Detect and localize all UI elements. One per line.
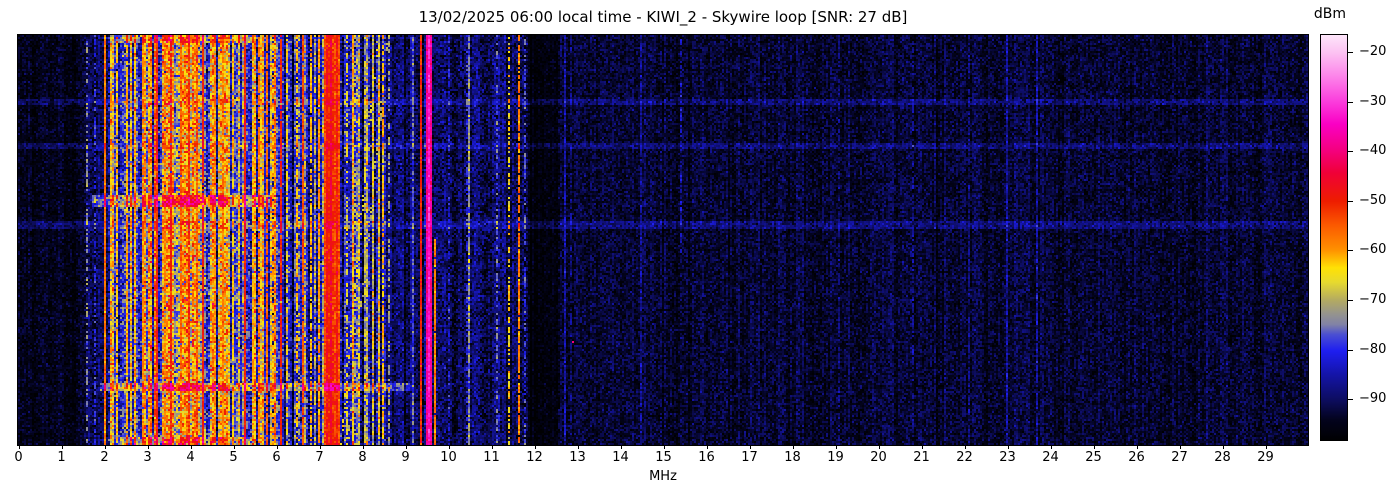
- x-tick-label: 13: [569, 450, 586, 465]
- x-tick: [749, 445, 751, 449]
- x-tick-label: 1: [57, 450, 66, 465]
- colorbar-tick: [1348, 300, 1353, 302]
- x-tick-label: 12: [526, 450, 543, 465]
- x-tick: [190, 445, 192, 449]
- x-tick: [1050, 445, 1052, 449]
- x-tick: [706, 445, 708, 449]
- x-tick: [276, 445, 278, 449]
- colorbar-tick: [1348, 250, 1353, 252]
- page-title: 13/02/2025 06:00 local time - KIWI_2 - S…: [418, 8, 908, 26]
- colorbar-tick-label: −90: [1359, 391, 1387, 407]
- x-tick-label: 9: [401, 450, 410, 465]
- x-tick: [620, 445, 622, 449]
- x-tick-label: 29: [1257, 450, 1274, 465]
- colorbar-tick: [1348, 101, 1353, 103]
- colorbar-tick: [1348, 151, 1353, 153]
- x-tick-label: 5: [229, 450, 238, 465]
- x-tick: [233, 445, 235, 449]
- x-tick-label: 10: [440, 450, 457, 465]
- colorbar-tick: [1348, 349, 1353, 351]
- x-tick: [663, 445, 665, 449]
- x-tick: [1007, 445, 1009, 449]
- x-tick-label: 0: [14, 450, 23, 465]
- colorbar-tick-label: −60: [1359, 242, 1387, 258]
- x-tick-label: 16: [698, 450, 715, 465]
- x-tick-label: 7: [315, 450, 324, 465]
- x-tick-label: 26: [1128, 450, 1145, 465]
- x-tick-label: 27: [1171, 450, 1188, 465]
- x-tick: [319, 445, 321, 449]
- x-tick-label: 28: [1214, 450, 1231, 465]
- x-tick: [448, 445, 450, 449]
- x-tick-label: 2: [100, 450, 109, 465]
- x-tick: [147, 445, 149, 449]
- x-tick-label: 17: [741, 450, 758, 465]
- x-tick-label: 11: [483, 450, 500, 465]
- x-tick-label: 22: [956, 450, 973, 465]
- colorbar-tick: [1348, 399, 1353, 401]
- x-tick: [104, 445, 106, 449]
- x-tick: [61, 445, 63, 449]
- x-tick: [964, 445, 966, 449]
- x-tick: [491, 445, 493, 449]
- colorbar-tick-label: −80: [1359, 341, 1387, 357]
- x-tick: [921, 445, 923, 449]
- x-tick: [1093, 445, 1095, 449]
- x-tick-label: 14: [612, 450, 629, 465]
- x-tick-label: 24: [1042, 450, 1059, 465]
- colorbar-unit-label: dBm: [1313, 6, 1347, 22]
- x-tick-label: 3: [143, 450, 152, 465]
- x-tick: [405, 445, 407, 449]
- x-tick: [835, 445, 837, 449]
- x-axis-label: MHz: [649, 469, 677, 484]
- x-tick: [534, 445, 536, 449]
- x-tick-label: 21: [913, 450, 930, 465]
- x-tick: [18, 445, 20, 449]
- plot-frame: [17, 34, 1309, 446]
- x-tick-label: 25: [1085, 450, 1102, 465]
- x-tick: [1222, 445, 1224, 449]
- x-tick-label: 6: [272, 450, 281, 465]
- colorbar-tick-label: −40: [1359, 143, 1387, 159]
- colorbar-tick: [1348, 51, 1353, 53]
- x-tick-label: 19: [827, 450, 844, 465]
- x-tick: [1136, 445, 1138, 449]
- x-tick-label: 18: [784, 450, 801, 465]
- colorbar-tick: [1348, 200, 1353, 202]
- x-tick-label: 23: [999, 450, 1016, 465]
- x-tick: [1265, 445, 1267, 449]
- x-tick: [1179, 445, 1181, 449]
- spectrogram-figure: 13/02/2025 06:00 local time - KIWI_2 - S…: [0, 0, 1400, 500]
- spectrogram-heatmap: [18, 35, 1308, 445]
- colorbar-tick-label: −30: [1359, 93, 1387, 109]
- x-tick-label: 15: [655, 450, 672, 465]
- x-tick: [577, 445, 579, 449]
- colorbar-tick-label: −70: [1359, 292, 1387, 308]
- x-tick: [362, 445, 364, 449]
- colorbar: [1320, 34, 1348, 441]
- x-tick-label: 8: [358, 450, 367, 465]
- x-tick: [792, 445, 794, 449]
- x-tick-label: 4: [186, 450, 195, 465]
- colorbar-tick-label: −20: [1359, 43, 1387, 59]
- colorbar-tick-label: −50: [1359, 192, 1387, 208]
- x-tick: [878, 445, 880, 449]
- x-tick-label: 20: [870, 450, 887, 465]
